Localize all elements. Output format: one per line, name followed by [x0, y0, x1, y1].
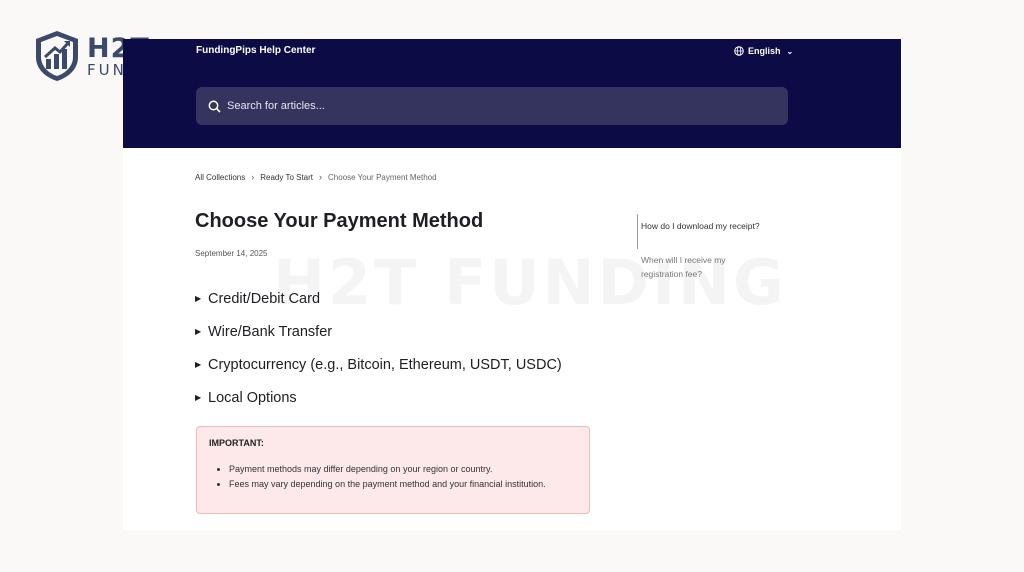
- search-icon: [208, 100, 221, 113]
- toggle-label: Wire/Bank Transfer: [208, 323, 333, 340]
- help-center-title[interactable]: FundingPips Help Center: [196, 45, 315, 56]
- callout-title: IMPORTANT:: [209, 438, 264, 448]
- triangle-right-icon: ▶: [195, 294, 202, 303]
- toggle-label: Local Options: [208, 389, 297, 406]
- triangle-right-icon: ▶: [195, 360, 202, 369]
- search-input[interactable]: [227, 100, 747, 112]
- payment-method-list: ▶ Credit/Debit Card ▶ Wire/Bank Transfer…: [195, 282, 562, 414]
- related-article-receipt[interactable]: How do I download my receipt?: [641, 219, 761, 233]
- language-label: English: [748, 46, 781, 56]
- site-header: FundingPips Help Center English ⌄: [123, 39, 901, 148]
- related-articles-divider: [637, 214, 638, 249]
- related-article-registration-fee[interactable]: When will I receive my registration fee?: [641, 253, 761, 281]
- toggle-wire-bank-transfer[interactable]: ▶ Wire/Bank Transfer: [195, 315, 562, 348]
- help-center-page: FundingPips Help Center English ⌄ H2T FU…: [123, 39, 901, 530]
- important-callout: IMPORTANT: Payment methods may differ de…: [196, 426, 590, 514]
- chevron-down-icon: ⌄: [786, 46, 794, 56]
- breadcrumb-separator: ›: [251, 172, 255, 182]
- breadcrumb-ready-to-start[interactable]: Ready To Start: [260, 173, 313, 182]
- breadcrumb: All Collections › Ready To Start › Choos…: [195, 172, 437, 182]
- callout-item: Fees may vary depending on the payment m…: [229, 477, 577, 492]
- breadcrumb-current: Choose Your Payment Method: [328, 172, 437, 182]
- breadcrumb-separator: ›: [319, 172, 323, 182]
- globe-icon: [734, 46, 744, 56]
- toggle-cryptocurrency[interactable]: ▶ Cryptocurrency (e.g., Bitcoin, Ethereu…: [195, 348, 562, 381]
- toggle-label: Credit/Debit Card: [208, 290, 321, 307]
- toggle-label: Cryptocurrency (e.g., Bitcoin, Ethereum,…: [208, 356, 562, 373]
- callout-item: Payment methods may differ depending on …: [229, 462, 577, 477]
- triangle-right-icon: ▶: [195, 393, 202, 402]
- search-bar[interactable]: [196, 87, 788, 125]
- article-title: Choose Your Payment Method: [195, 210, 484, 232]
- toggle-local-options[interactable]: ▶ Local Options: [195, 381, 562, 414]
- article-date: September 14, 2025: [195, 249, 268, 258]
- callout-list: Payment methods may differ depending on …: [209, 462, 577, 492]
- toggle-credit-debit-card[interactable]: ▶ Credit/Debit Card: [195, 282, 562, 315]
- triangle-right-icon: ▶: [195, 327, 202, 336]
- breadcrumb-all-collections[interactable]: All Collections: [195, 173, 245, 182]
- language-selector[interactable]: English ⌄: [734, 46, 793, 56]
- shield-logo-icon: [36, 31, 78, 81]
